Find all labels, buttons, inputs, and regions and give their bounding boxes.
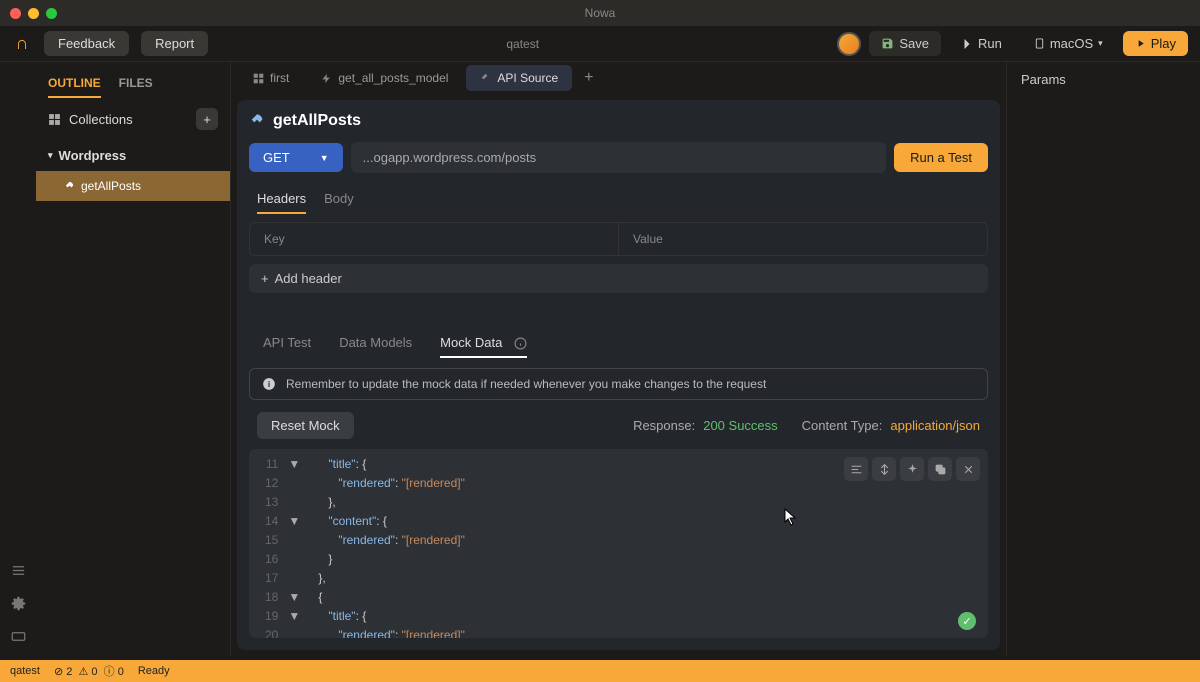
tab-mock-data[interactable]: Mock Data [440, 329, 527, 358]
tab-files[interactable]: FILES [119, 70, 153, 98]
tab-api-source[interactable]: API Source [466, 65, 572, 91]
icon-rail [0, 62, 36, 656]
info-icon [514, 337, 527, 350]
keyboard-icon[interactable] [11, 629, 26, 644]
svg-text:i: i [268, 380, 270, 389]
run-button[interactable]: Run [949, 31, 1014, 56]
status-project: qatest [10, 665, 40, 677]
save-label: Save [899, 36, 929, 51]
right-panel: Params [1006, 62, 1200, 656]
tab-headers[interactable]: Headers [257, 185, 306, 214]
format-button[interactable] [844, 457, 868, 481]
method-select[interactable]: GET▼ [249, 143, 343, 172]
content-type-value: application/json [890, 418, 980, 433]
tab-first[interactable]: first [239, 65, 303, 91]
info-text: Remember to update the mock data if need… [286, 377, 766, 391]
close-window-icon[interactable] [10, 8, 21, 19]
settings-icon[interactable] [11, 596, 26, 611]
content-type-label: Content Type: [802, 418, 883, 433]
copy-button[interactable] [928, 457, 952, 481]
tab-label: API Source [497, 71, 558, 85]
menu-icon[interactable] [11, 563, 26, 578]
header-value-col: Value [619, 223, 987, 255]
status-ready: Ready [138, 665, 170, 677]
folder-label: Wordpress [59, 148, 127, 163]
expand-button[interactable] [872, 457, 896, 481]
method-label: GET [263, 150, 290, 165]
rocket-icon [64, 181, 75, 192]
grid-icon [253, 73, 264, 84]
status-diagnostics[interactable]: ⊘ 2 ⚠ 0 ⓘ 0 [54, 663, 124, 679]
sparkle-button[interactable] [900, 457, 924, 481]
code-toolbar [844, 457, 980, 481]
tab-label: get_all_posts_model [338, 71, 448, 85]
code-editor[interactable]: 11121314151617181920212223242526▼ "title… [249, 449, 988, 638]
platform-label: macOS [1050, 36, 1093, 51]
collections-label: Collections [69, 112, 133, 127]
save-button[interactable]: Save [869, 31, 941, 56]
report-button[interactable]: Report [141, 31, 208, 56]
sidebar-folder-wordpress[interactable]: ▾ Wordpress [36, 140, 230, 171]
add-collection-button[interactable]: + [196, 108, 218, 130]
url-input[interactable] [351, 142, 886, 173]
project-name: qatest [220, 37, 825, 51]
api-title: getAllPosts [249, 112, 988, 130]
tab-model[interactable]: get_all_posts_model [307, 65, 462, 91]
close-button[interactable] [956, 457, 980, 481]
bolt-icon [321, 73, 332, 84]
reset-mock-button[interactable]: Reset Mock [257, 412, 354, 439]
play-label: Play [1151, 36, 1176, 51]
platform-select[interactable]: macOS▾ [1022, 31, 1115, 56]
tab-data-models[interactable]: Data Models [339, 329, 412, 358]
header-key-col: Key [250, 223, 619, 255]
run-label: Run [978, 36, 1002, 51]
titlebar: Nowa [0, 0, 1200, 26]
sidebar: OUTLINE FILES Collections + ▾ Wordpress … [36, 62, 231, 656]
maximize-window-icon[interactable] [46, 8, 57, 19]
mock-data-label: Mock Data [440, 335, 502, 350]
sidebar-item-getallposts[interactable]: getAllPosts [36, 171, 230, 201]
info-icon: i [262, 377, 276, 391]
response-label: Response: [633, 418, 695, 433]
tab-label: first [270, 71, 289, 85]
topbar: ∩ Feedback Report qatest Save Run macOS▾… [0, 26, 1200, 62]
run-test-button[interactable]: Run a Test [894, 143, 988, 172]
headers-table: Key Value [249, 222, 988, 256]
tab-outline[interactable]: OUTLINE [48, 70, 101, 98]
collections-icon [48, 113, 61, 126]
add-header-button[interactable]: +Add header [249, 264, 988, 293]
collections-header: Collections + [36, 98, 230, 140]
valid-icon: ✓ [958, 612, 976, 630]
minimize-window-icon[interactable] [28, 8, 39, 19]
statusbar: qatest ⊘ 2 ⚠ 0 ⓘ 0 Ready [0, 660, 1200, 682]
add-header-label: Add header [275, 271, 342, 286]
api-panel: getAllPosts GET▼ Run a Test Headers Body… [237, 100, 1000, 650]
info-bar: i Remember to update the mock data if ne… [249, 368, 988, 400]
response-value: 200 Success [703, 418, 777, 433]
traffic-lights [10, 8, 57, 19]
tab-api-test[interactable]: API Test [263, 329, 311, 358]
tab-body[interactable]: Body [324, 185, 354, 214]
content-area: first get_all_posts_model API Source + g… [231, 62, 1006, 656]
sidebar-item-label: getAllPosts [81, 179, 141, 193]
play-button[interactable]: Play [1123, 31, 1188, 56]
avatar[interactable] [837, 32, 861, 56]
add-tab-button[interactable]: + [576, 65, 601, 91]
feedback-button[interactable]: Feedback [44, 31, 129, 56]
rocket-icon [249, 113, 265, 129]
tab-params[interactable]: Params [1007, 62, 1200, 97]
editor-tabs: first get_all_posts_model API Source + [231, 62, 1006, 94]
api-title-text: getAllPosts [273, 112, 361, 130]
window-title: Nowa [585, 6, 616, 20]
rocket-icon [480, 73, 491, 84]
app-logo-icon[interactable]: ∩ [12, 34, 32, 54]
response-info: Response: 200 Success Content Type: appl… [633, 418, 980, 433]
